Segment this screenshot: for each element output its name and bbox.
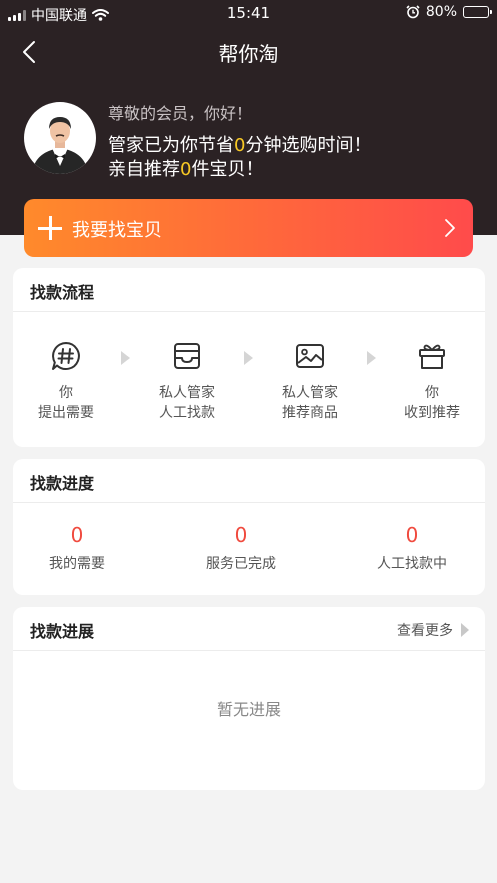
inbox-tray-icon [174,343,200,369]
stat-value: 0 [234,523,248,547]
find-item-button[interactable]: 我要找宝贝 [24,199,473,257]
stat-label: 我的需要 [49,556,105,572]
stat-completed[interactable]: 0 服务已完成 [171,523,311,573]
saved-time-suffix: 分钟选购时间！ [245,135,372,156]
status-right: 80% [406,4,492,20]
step-2-line2: 人工找款 [159,405,215,421]
view-more-label: 查看更多 [397,623,453,639]
progress-card-header: 找款进度 [13,459,485,503]
updates-card-header: 找款进展 查看更多 [13,607,485,651]
stat-value: 0 [405,523,419,547]
plus-icon [38,216,62,240]
page-title: 帮你淘 [218,42,279,66]
stat-label: 人工找款中 [377,556,447,572]
battery-percent: 80% [425,4,457,20]
status-bar: 中国联通 15:41 80% [0,0,497,26]
saved-minutes-count: 0 [234,135,246,156]
empty-state-text: 暂无进展 [216,700,281,719]
recommended-line: 亲自推荐0件宝贝！ [108,155,263,181]
hashtag-chat-icon [52,342,80,370]
step-3-line2: 推荐商品 [282,405,338,421]
step-2-line1: 私人管家 [159,385,215,401]
battery-icon [463,6,492,18]
gift-icon [419,344,445,369]
updates-title: 找款进展 [30,622,95,641]
saved-time-prefix: 管家已为你节省 [108,135,234,156]
find-item-label: 我要找宝贝 [72,220,162,241]
step-3-line1: 私人管家 [282,385,338,401]
alarm-icon [406,5,420,19]
greeting-text: 尊敬的会员，你好！ [108,104,253,123]
step-1-line2: 提出需要 [38,405,94,421]
stat-label: 服务已完成 [206,556,276,572]
flow-arrow-icon [121,351,130,365]
process-card: 找款流程 你提出需要 私人管家 人工找款 私人管家 推荐商品 你 收到推荐 [13,268,485,447]
butler-avatar-image [32,117,88,174]
stat-my-requests[interactable]: 0 我的需要 [7,523,147,573]
view-more-link[interactable]: 查看更多 [397,620,469,640]
progress-title: 找款进度 [30,474,95,493]
process-title: 找款流程 [30,283,95,302]
nav-bar: 帮你淘 [0,30,497,74]
process-card-header: 找款流程 [13,268,485,312]
saved-time-line: 管家已为你节省0分钟选购时间！ [108,131,371,157]
stat-in-progress[interactable]: 0 人工找款中 [342,523,482,573]
triangle-right-icon [461,623,469,637]
recommended-suffix: 件宝贝！ [191,159,264,180]
step-1-line1: 你 [59,385,73,401]
stat-value: 0 [70,523,84,547]
recommended-count: 0 [180,159,192,180]
flow-arrow-icon [244,351,253,365]
step-4-line2: 收到推荐 [404,405,460,421]
chevron-right-icon [445,219,455,237]
updates-card: 找款进展 查看更多 暂无进展 [13,607,485,790]
flow-arrow-icon [367,351,376,365]
picture-icon [296,344,324,368]
step-4-line1: 你 [425,385,439,401]
progress-card: 找款进度 0 我的需要 0 服务已完成 0 人工找款中 [13,459,485,595]
butler-avatar [24,102,96,174]
recommended-prefix: 亲自推荐 [108,159,180,180]
